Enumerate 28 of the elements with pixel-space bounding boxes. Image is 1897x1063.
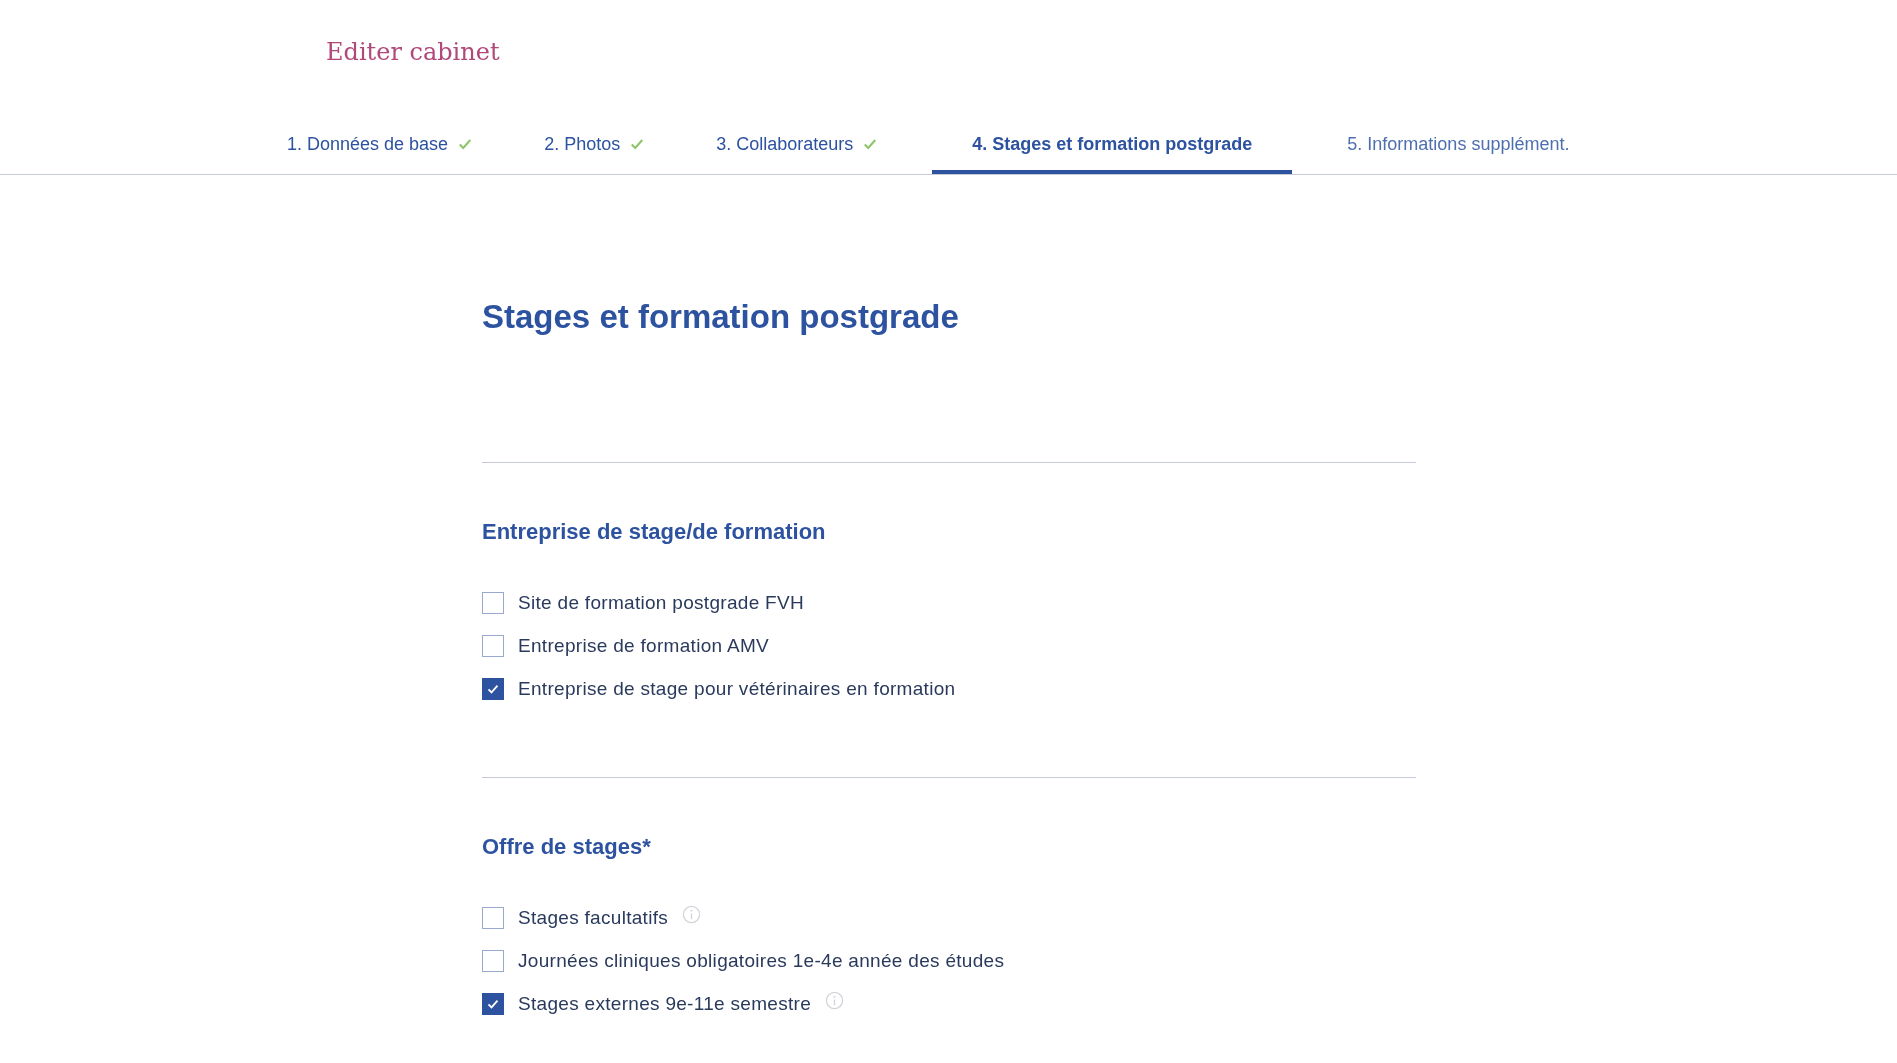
check-icon [630, 137, 645, 151]
check-icon [487, 683, 499, 695]
checkbox-label: Journées cliniques obligatoires 1e-4e année des études [518, 948, 1005, 973]
checkbox[interactable] [482, 678, 504, 700]
checkbox[interactable] [482, 592, 504, 614]
step-tab[interactable]: 1. Données de base [270, 118, 490, 174]
checkbox-label: Stages facultatifs [518, 905, 669, 930]
step-tab[interactable]: 5. Informations supplément. [1330, 118, 1587, 174]
checkbox-label: Entreprise de formation AMV [518, 633, 769, 658]
step-tab[interactable]: 4. Stages et formation postgrade [932, 118, 1293, 174]
checkbox-label: Site de formation postgrade FVH [518, 590, 804, 615]
step-tab[interactable]: 3. Collaborateurs [699, 118, 895, 174]
check-icon [487, 998, 499, 1010]
step-tab[interactable]: 2. Photos [527, 118, 662, 174]
check-icon [863, 137, 878, 151]
checkbox[interactable] [482, 907, 504, 929]
checkbox-label: Entreprise de stage pour vétérinaires en formation [518, 676, 956, 701]
page-title: Editer cabinet [326, 37, 500, 68]
checkbox-label: Stages externes 9e-11e semestre [518, 991, 812, 1016]
checkbox[interactable] [482, 950, 504, 972]
checkbox[interactable] [482, 635, 504, 657]
page-heading: Stages et formation postgrade [482, 297, 959, 337]
check-icon [458, 137, 473, 151]
info-icon[interactable] [682, 904, 702, 924]
checkbox[interactable] [482, 993, 504, 1015]
info-icon[interactable] [825, 990, 845, 1010]
section-heading: Entreprise de stage/de formation [482, 517, 826, 546]
section-heading: Offre de stages* [482, 832, 651, 861]
